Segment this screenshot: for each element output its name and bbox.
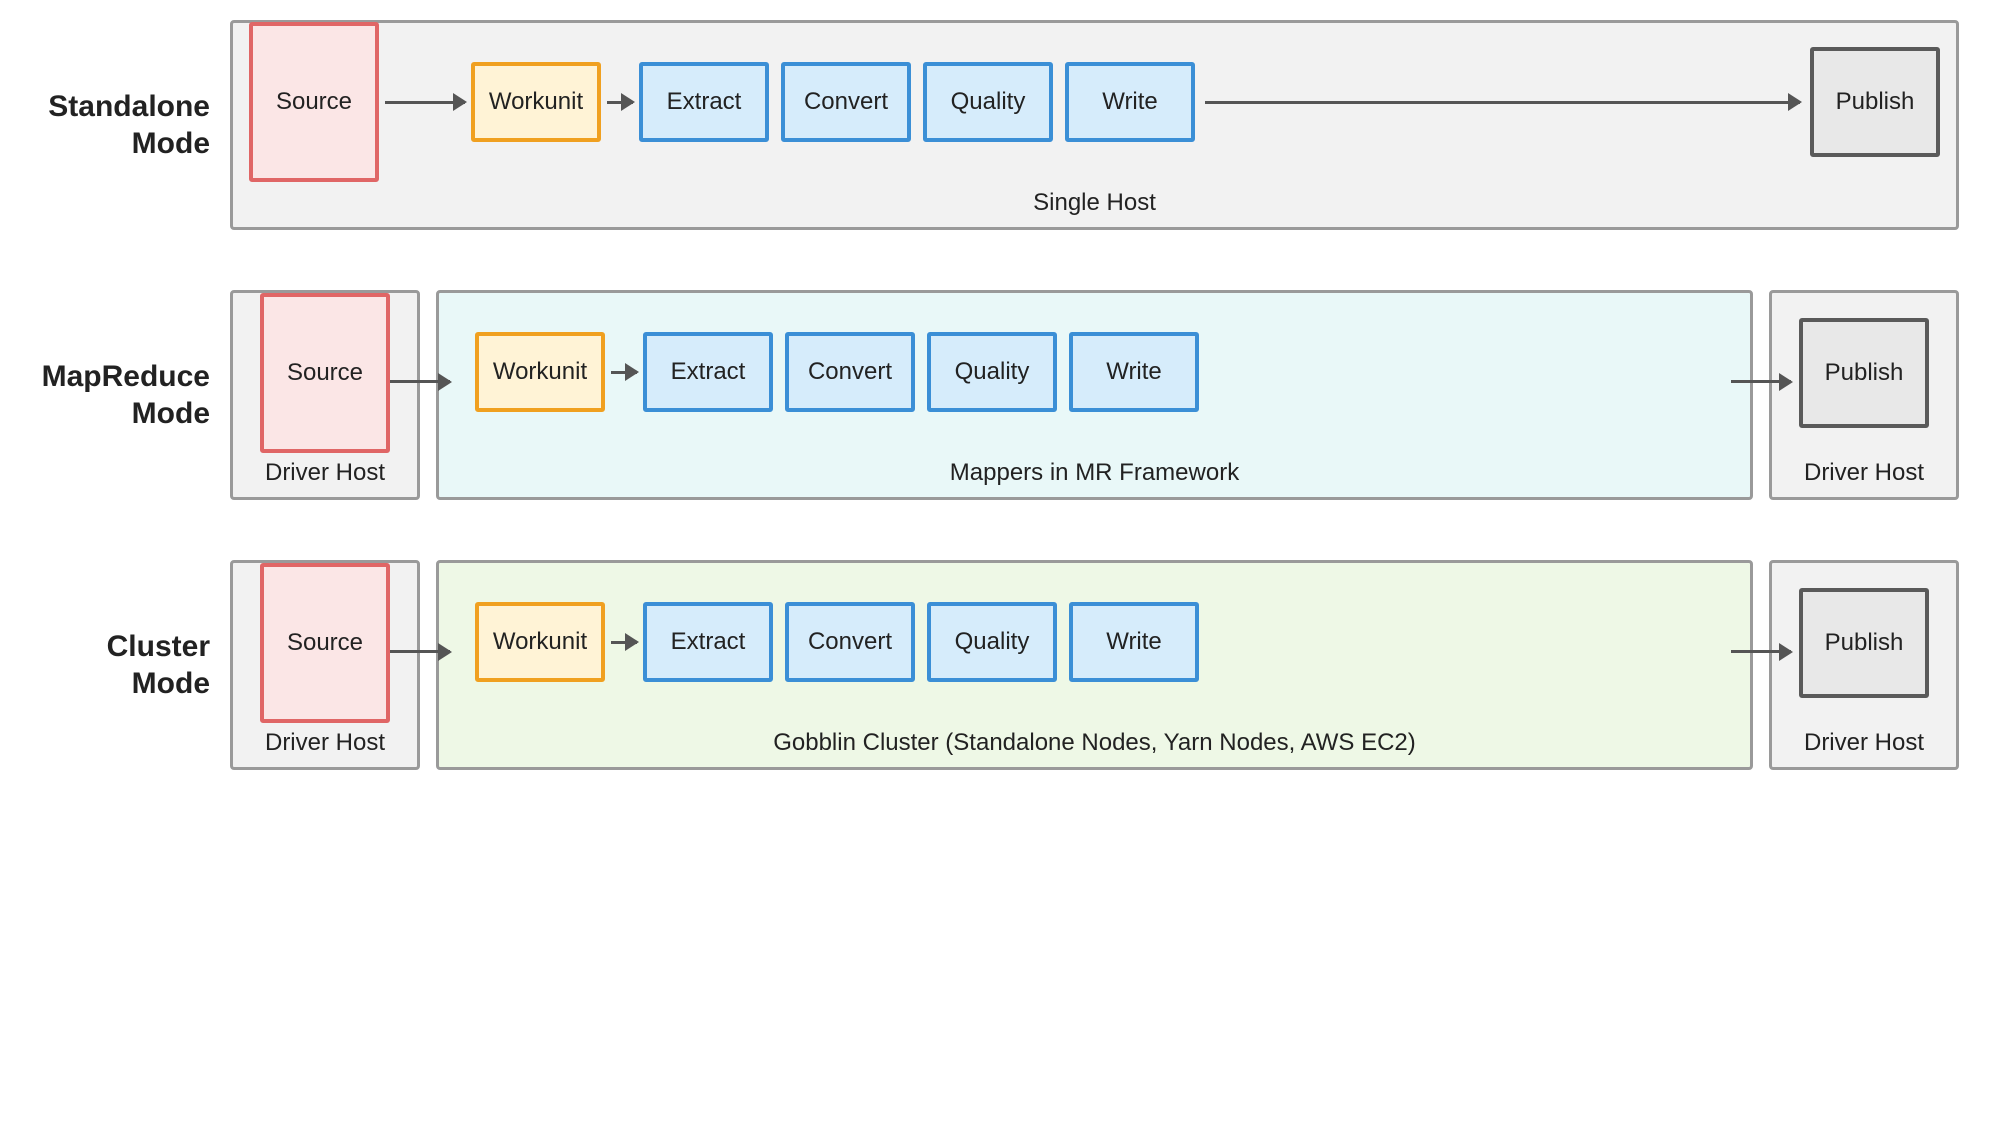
mode-label-standalone: Standalone Mode bbox=[40, 88, 230, 163]
driver-host-right: Publish Driver Host bbox=[1769, 560, 1959, 770]
workunit-box: Workunit bbox=[475, 332, 605, 412]
arrow-icon bbox=[390, 380, 450, 383]
diagram-canvas: Standalone Mode Source Workunit Extract … bbox=[0, 0, 1999, 1147]
arrow-icon bbox=[607, 101, 633, 104]
row-mapreduce: MapReduce Mode Source Driver Host Workun… bbox=[40, 290, 1959, 500]
container-caption: Driver Host bbox=[233, 459, 417, 487]
stage-extract: Extract bbox=[643, 332, 773, 412]
arrow-icon bbox=[1731, 650, 1791, 653]
container-caption: Single Host bbox=[233, 189, 1956, 217]
stage-extract: Extract bbox=[639, 62, 769, 142]
stage-convert: Convert bbox=[785, 602, 915, 682]
workunit-box: Workunit bbox=[475, 602, 605, 682]
stage-extract: Extract bbox=[643, 602, 773, 682]
stage-convert: Convert bbox=[781, 62, 911, 142]
publish-box: Publish bbox=[1799, 318, 1929, 428]
container-caption: Driver Host bbox=[233, 729, 417, 757]
stage-write: Write bbox=[1069, 602, 1199, 682]
container-single-host: Source Workunit Extract Convert Quality … bbox=[230, 20, 1959, 230]
arrow-icon bbox=[611, 371, 637, 374]
stage-write: Write bbox=[1065, 62, 1195, 142]
arrow-icon bbox=[390, 650, 450, 653]
stage-quality: Quality bbox=[927, 602, 1057, 682]
source-box: Source bbox=[260, 563, 390, 723]
workunit-box: Workunit bbox=[471, 62, 601, 142]
driver-host-left: Source Driver Host bbox=[230, 290, 420, 500]
stage-quality: Quality bbox=[923, 62, 1053, 142]
publish-box: Publish bbox=[1799, 588, 1929, 698]
container-caption: Driver Host bbox=[1772, 729, 1956, 757]
mappers-container: Workunit Extract Convert Quality Write M… bbox=[436, 290, 1753, 500]
arrow-icon bbox=[1731, 380, 1791, 383]
source-box: Source bbox=[260, 293, 390, 453]
stage-convert: Convert bbox=[785, 332, 915, 412]
container-caption: Gobblin Cluster (Standalone Nodes, Yarn … bbox=[439, 729, 1750, 757]
arrow-icon bbox=[611, 641, 637, 644]
mode-label-mapreduce: MapReduce Mode bbox=[40, 358, 230, 433]
container-caption: Mappers in MR Framework bbox=[439, 459, 1750, 487]
arrow-icon bbox=[385, 101, 465, 104]
gobblin-cluster-container: Workunit Extract Convert Quality Write G… bbox=[436, 560, 1753, 770]
driver-host-left: Source Driver Host bbox=[230, 560, 420, 770]
arrow-icon bbox=[1205, 101, 1800, 104]
row-cluster: Cluster Mode Source Driver Host Workunit… bbox=[40, 560, 1959, 770]
row-standalone: Standalone Mode Source Workunit Extract … bbox=[40, 20, 1959, 230]
publish-box: Publish bbox=[1810, 47, 1940, 157]
mode-label-cluster: Cluster Mode bbox=[40, 628, 230, 703]
stage-write: Write bbox=[1069, 332, 1199, 412]
container-caption: Driver Host bbox=[1772, 459, 1956, 487]
stage-quality: Quality bbox=[927, 332, 1057, 412]
source-box: Source bbox=[249, 22, 379, 182]
driver-host-right: Publish Driver Host bbox=[1769, 290, 1959, 500]
